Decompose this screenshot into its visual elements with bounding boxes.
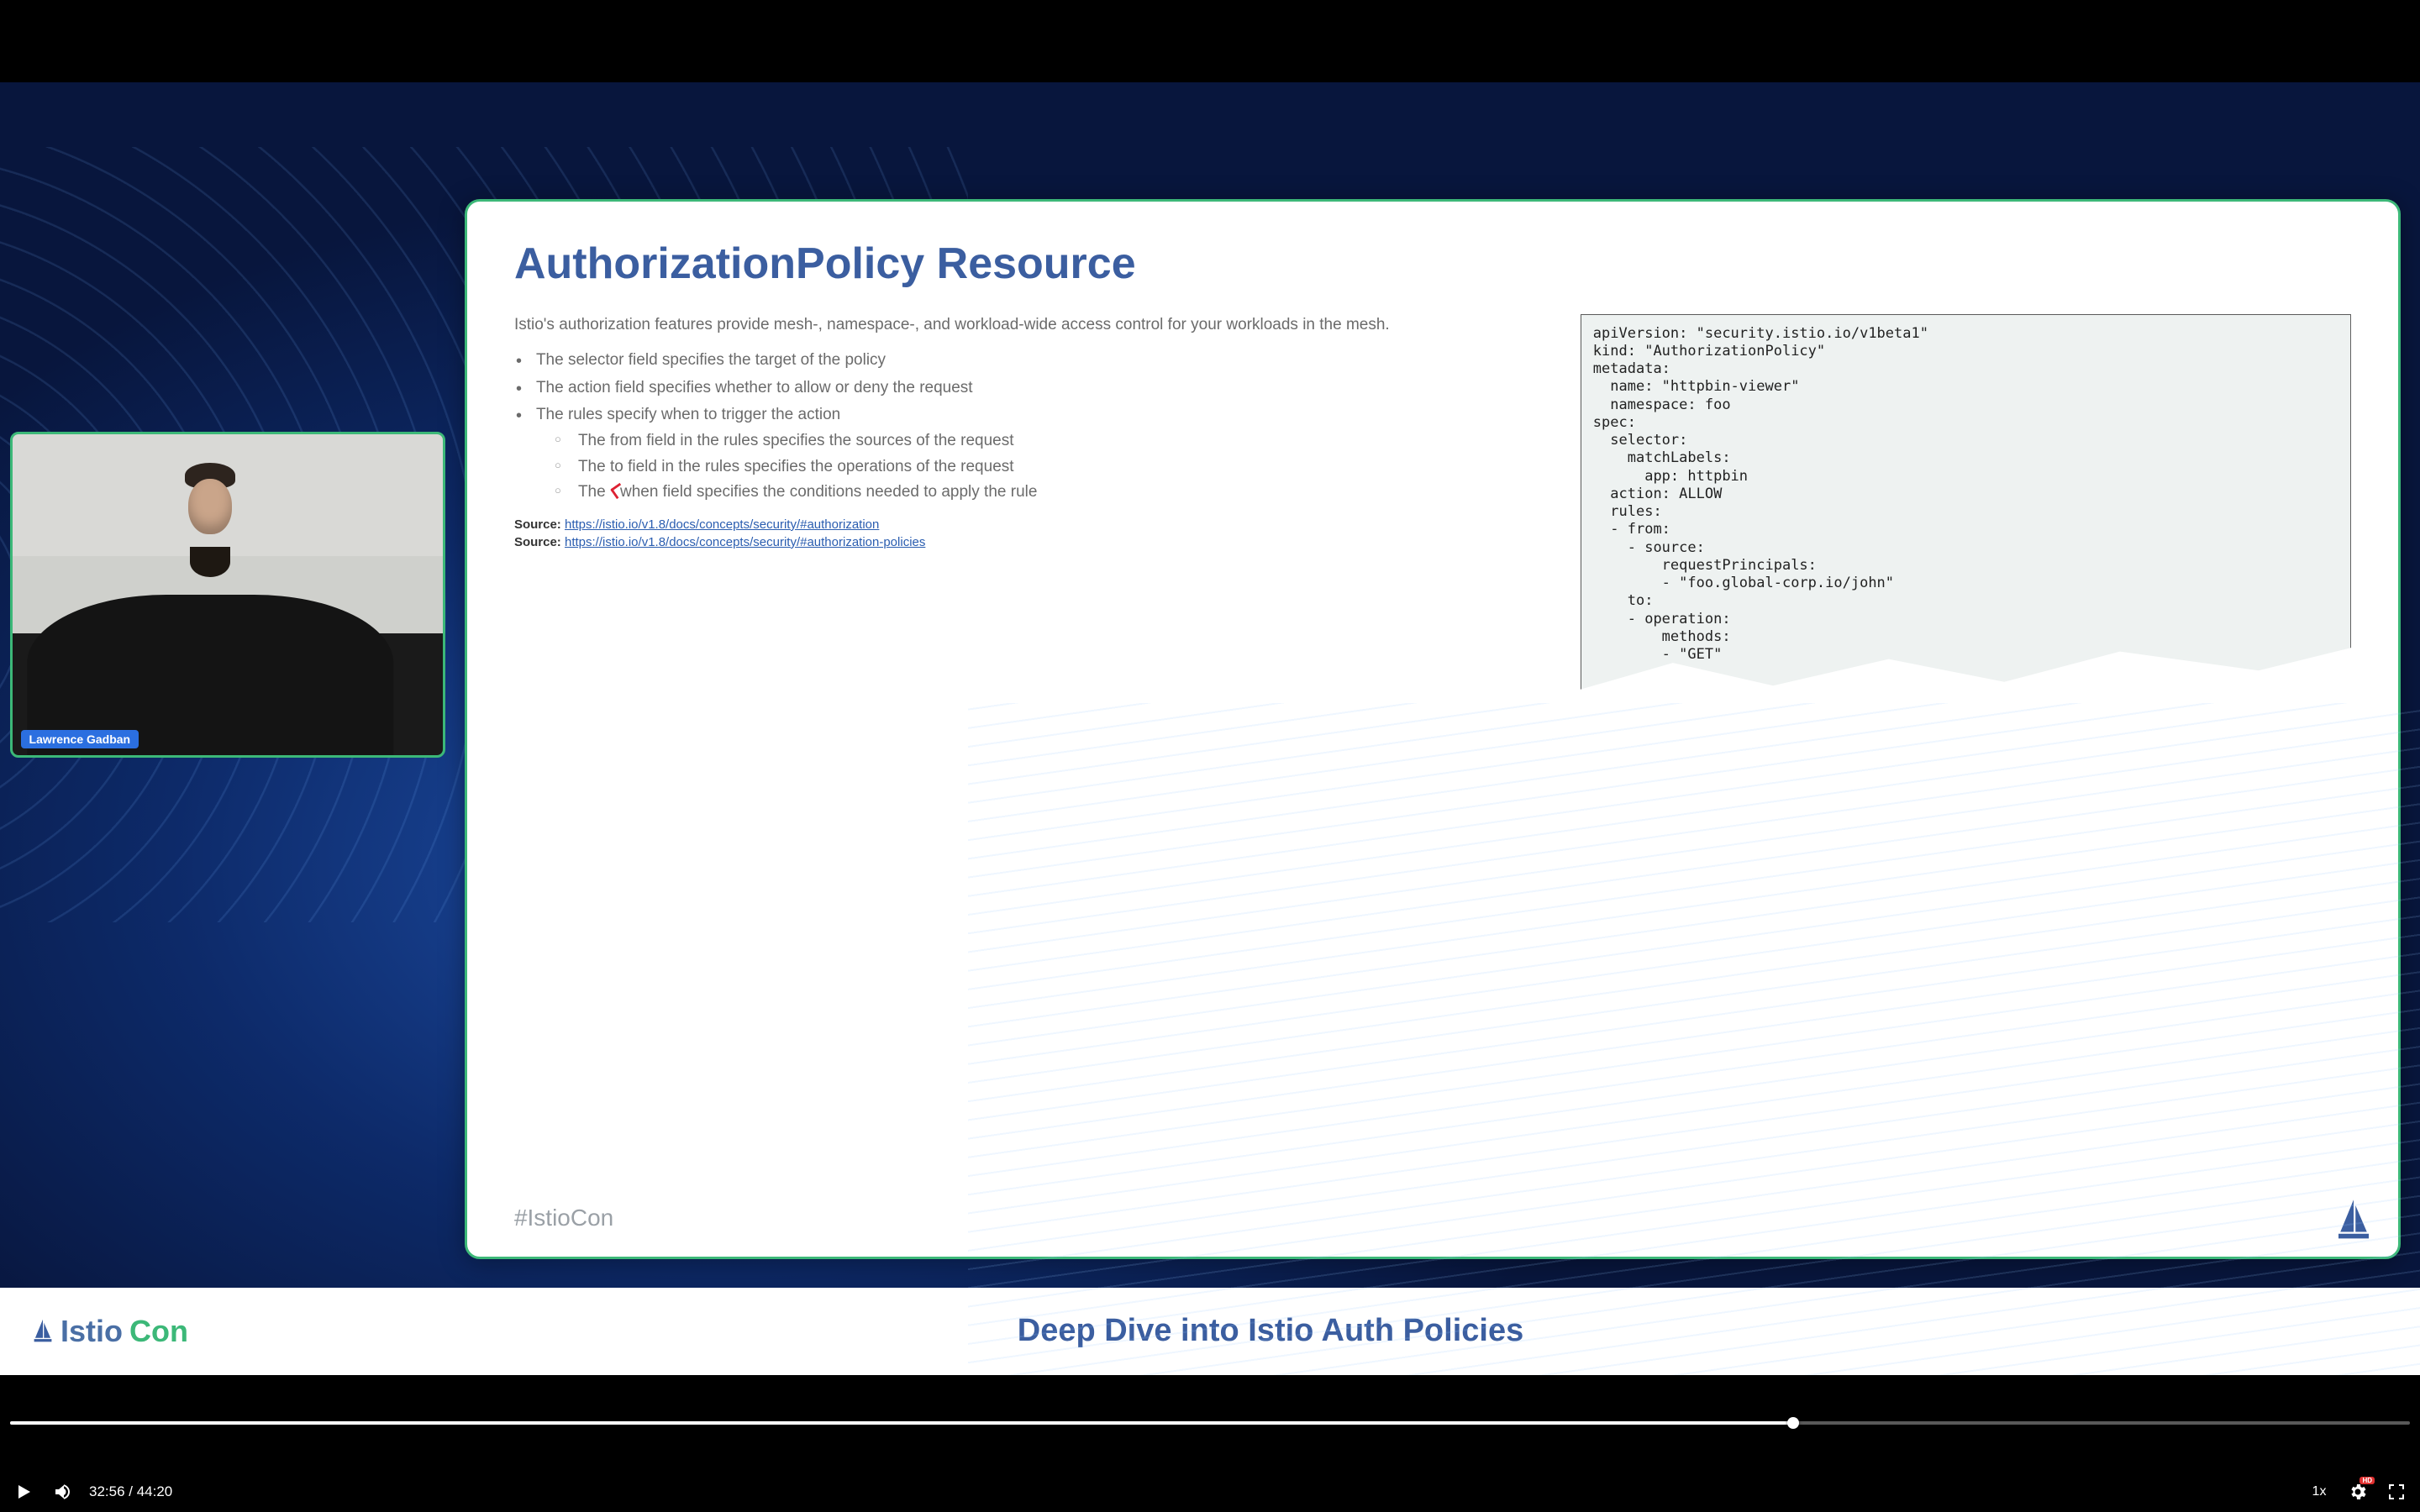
- playback-speed-button[interactable]: 1x: [2307, 1480, 2331, 1504]
- istio-sail-icon: [2333, 1198, 2375, 1243]
- subbullet-to: The to field in the rules specifies the …: [578, 456, 1557, 479]
- slide-intro: Istio's authorization features provide m…: [514, 314, 1557, 337]
- lower-third-bar: IstioCon Deep Dive into Istio Auth Polic…: [0, 1288, 2420, 1376]
- settings-button[interactable]: HD: [2346, 1480, 2370, 1504]
- slide-code-column: apiVersion: "security.istio.io/v1beta1" …: [1581, 314, 2351, 1189]
- video-stage[interactable]: AuthorizationPolicy Resource Istio's aut…: [0, 0, 2420, 1471]
- play-button[interactable]: [12, 1480, 35, 1504]
- seek-knob[interactable]: [1787, 1417, 1799, 1429]
- bullet-rules-text: The rules specify when to trigger the ac…: [536, 406, 840, 423]
- video-frame: AuthorizationPolicy Resource Istio's aut…: [0, 82, 2420, 1375]
- source-label-2: Source:: [514, 535, 561, 549]
- slide-title: AuthorizationPolicy Resource: [514, 239, 2351, 289]
- speaker-webcam: Lawrence Gadban: [10, 432, 445, 759]
- bullet-selector: The selector field specifies the target …: [536, 349, 1557, 372]
- bullet-action: The action field specifies whether to al…: [536, 377, 1557, 400]
- istiocon-logo: IstioCon: [32, 1314, 188, 1349]
- seek-bar[interactable]: [0, 1416, 2420, 1430]
- slide-text-column: Istio's authorization features provide m…: [514, 314, 1557, 1189]
- source-label-1: Source:: [514, 517, 561, 532]
- time-display: 32:56 / 44:20: [89, 1483, 172, 1500]
- subbullet-when: The when field specifies the conditions …: [578, 481, 1557, 504]
- source-link-1[interactable]: https://istio.io/v1.8/docs/concepts/secu…: [565, 517, 879, 532]
- istio-sail-icon: [32, 1317, 54, 1346]
- slide-sources: Source: https://istio.io/v1.8/docs/conce…: [514, 516, 1557, 551]
- hd-badge: HD: [2360, 1477, 2375, 1484]
- play-icon: [13, 1482, 34, 1502]
- bullet-rules: The rules specify when to trigger the ac…: [536, 404, 1557, 503]
- duration: 44:20: [137, 1483, 173, 1499]
- talk-title: Deep Dive into Istio Auth Policies: [289, 1313, 2420, 1349]
- fullscreen-icon: [2386, 1482, 2407, 1502]
- gear-icon: [2348, 1482, 2368, 1502]
- current-time: 32:56: [89, 1483, 125, 1499]
- speaker-name-tag: Lawrence Gadban: [21, 730, 139, 748]
- subbullet-when-pre: The: [578, 483, 610, 501]
- presentation-slide: AuthorizationPolicy Resource Istio's aut…: [465, 199, 2401, 1259]
- source-link-2[interactable]: https://istio.io/v1.8/docs/concepts/secu…: [565, 535, 925, 549]
- fullscreen-button[interactable]: [2385, 1480, 2408, 1504]
- subbullet-from: The from field in the rules specifies th…: [578, 430, 1557, 453]
- player-controls: 32:56 / 44:20 1x HD: [0, 1471, 2420, 1512]
- volume-button[interactable]: [50, 1480, 74, 1504]
- slide-hashtag: #IstioCon: [514, 1205, 2351, 1231]
- volume-icon: [52, 1482, 72, 1502]
- brand-text-istio: Istio: [60, 1314, 123, 1349]
- yaml-code-snippet: apiVersion: "security.istio.io/v1beta1" …: [1581, 314, 2351, 694]
- brand-text-con: Con: [129, 1314, 188, 1349]
- subbullet-when-post: when field specifies the conditions need…: [620, 483, 1037, 501]
